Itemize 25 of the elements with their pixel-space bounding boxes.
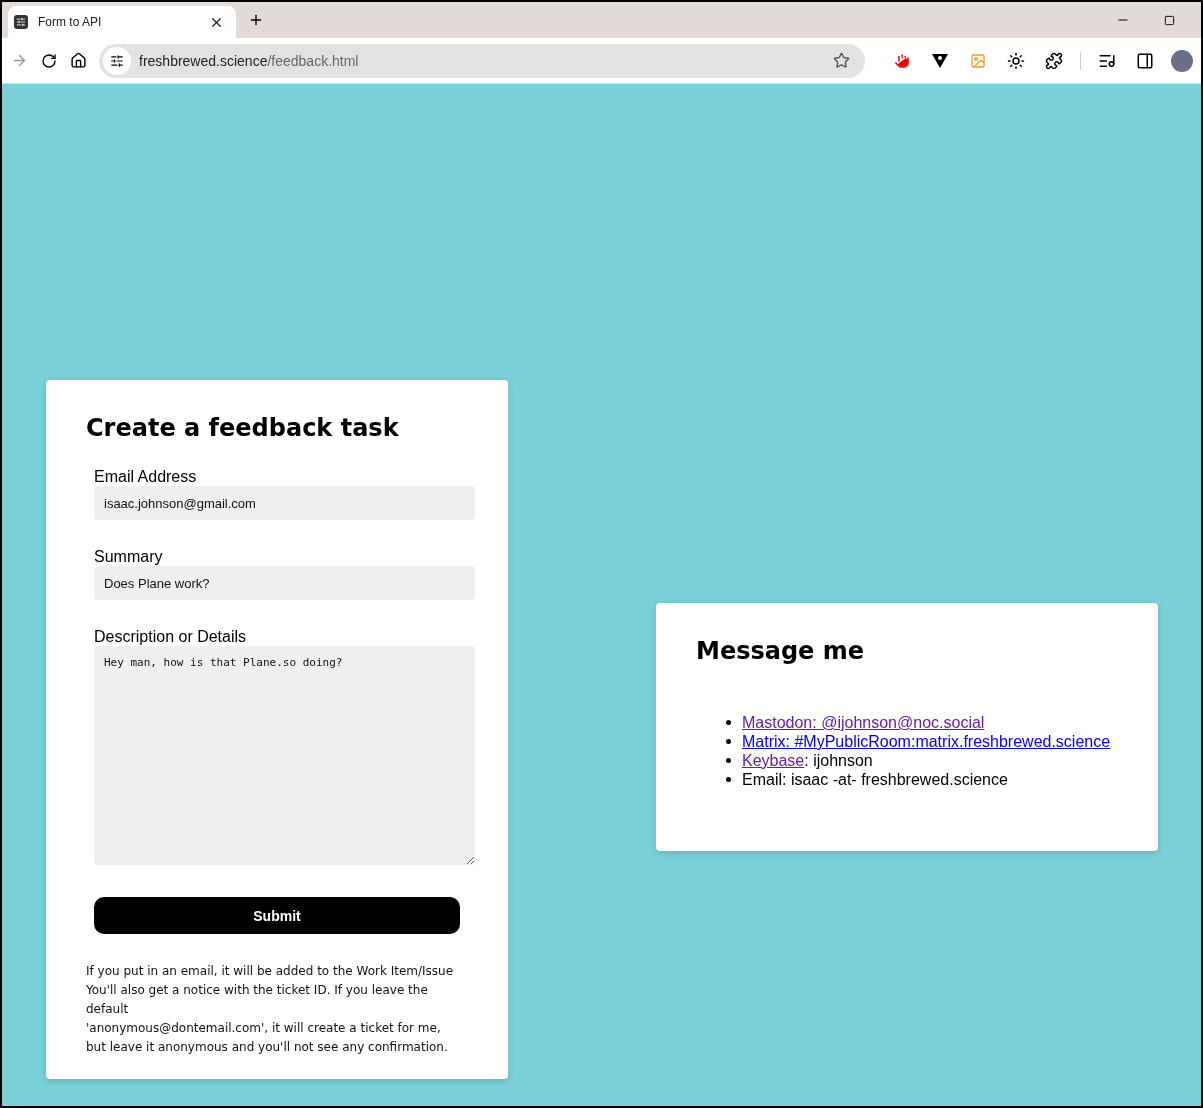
- input-field[interactable]: Does Plane work?: [94, 566, 475, 600]
- input-field[interactable]: isaac.johnson@gmail.com: [94, 486, 475, 520]
- field-label: Description or Details: [94, 628, 248, 646]
- address-bar[interactable]: freshbrewed.science/feedback.html: [99, 43, 865, 78]
- contact-link[interactable]: Matrix: #MyPublicRoom:matrix.freshbrewed.science: [742, 732, 1111, 751]
- contact-title: Message me: [696, 637, 866, 665]
- contact-link[interactable]: Mastodon: @ijohnson@noc.social: [742, 713, 985, 732]
- bullet-icon: [726, 739, 731, 744]
- description-field[interactable]: Hey man, how is that Plane.so doing?: [94, 646, 475, 865]
- url-text: freshbrewed.science/feedback.html: [139, 52, 360, 69]
- field-label: Email Address: [94, 468, 198, 486]
- contact-link[interactable]: Keybase: [742, 751, 805, 770]
- contact-text: : ijohnson: [804, 751, 873, 770]
- contact-text: Email: isaac -at- freshbrewed.science: [742, 770, 1008, 789]
- bullet-icon: [726, 777, 731, 782]
- site-settings-icon[interactable]: [103, 46, 131, 75]
- help-text: If you put in an email, it will be added to the Work Item/Issue You'll also get a notice with the ticket ID. If you leave the default 'anonymous@dontemail.com', it will create a ticket for me, but leave it anonymous and you'll not see any confirmation.: [86, 963, 455, 1056]
- browser-tab[interactable]: Form to API: [8, 6, 236, 38]
- bullet-icon: [726, 720, 731, 725]
- avatar-icon[interactable]: [1171, 49, 1193, 72]
- form-title: Create a feedback task: [86, 414, 400, 442]
- bullet-icon: [726, 758, 731, 763]
- page-icon: [14, 15, 28, 29]
- field-label: Summary: [94, 548, 164, 566]
- submit-button[interactable]: Submit: [94, 897, 460, 934]
